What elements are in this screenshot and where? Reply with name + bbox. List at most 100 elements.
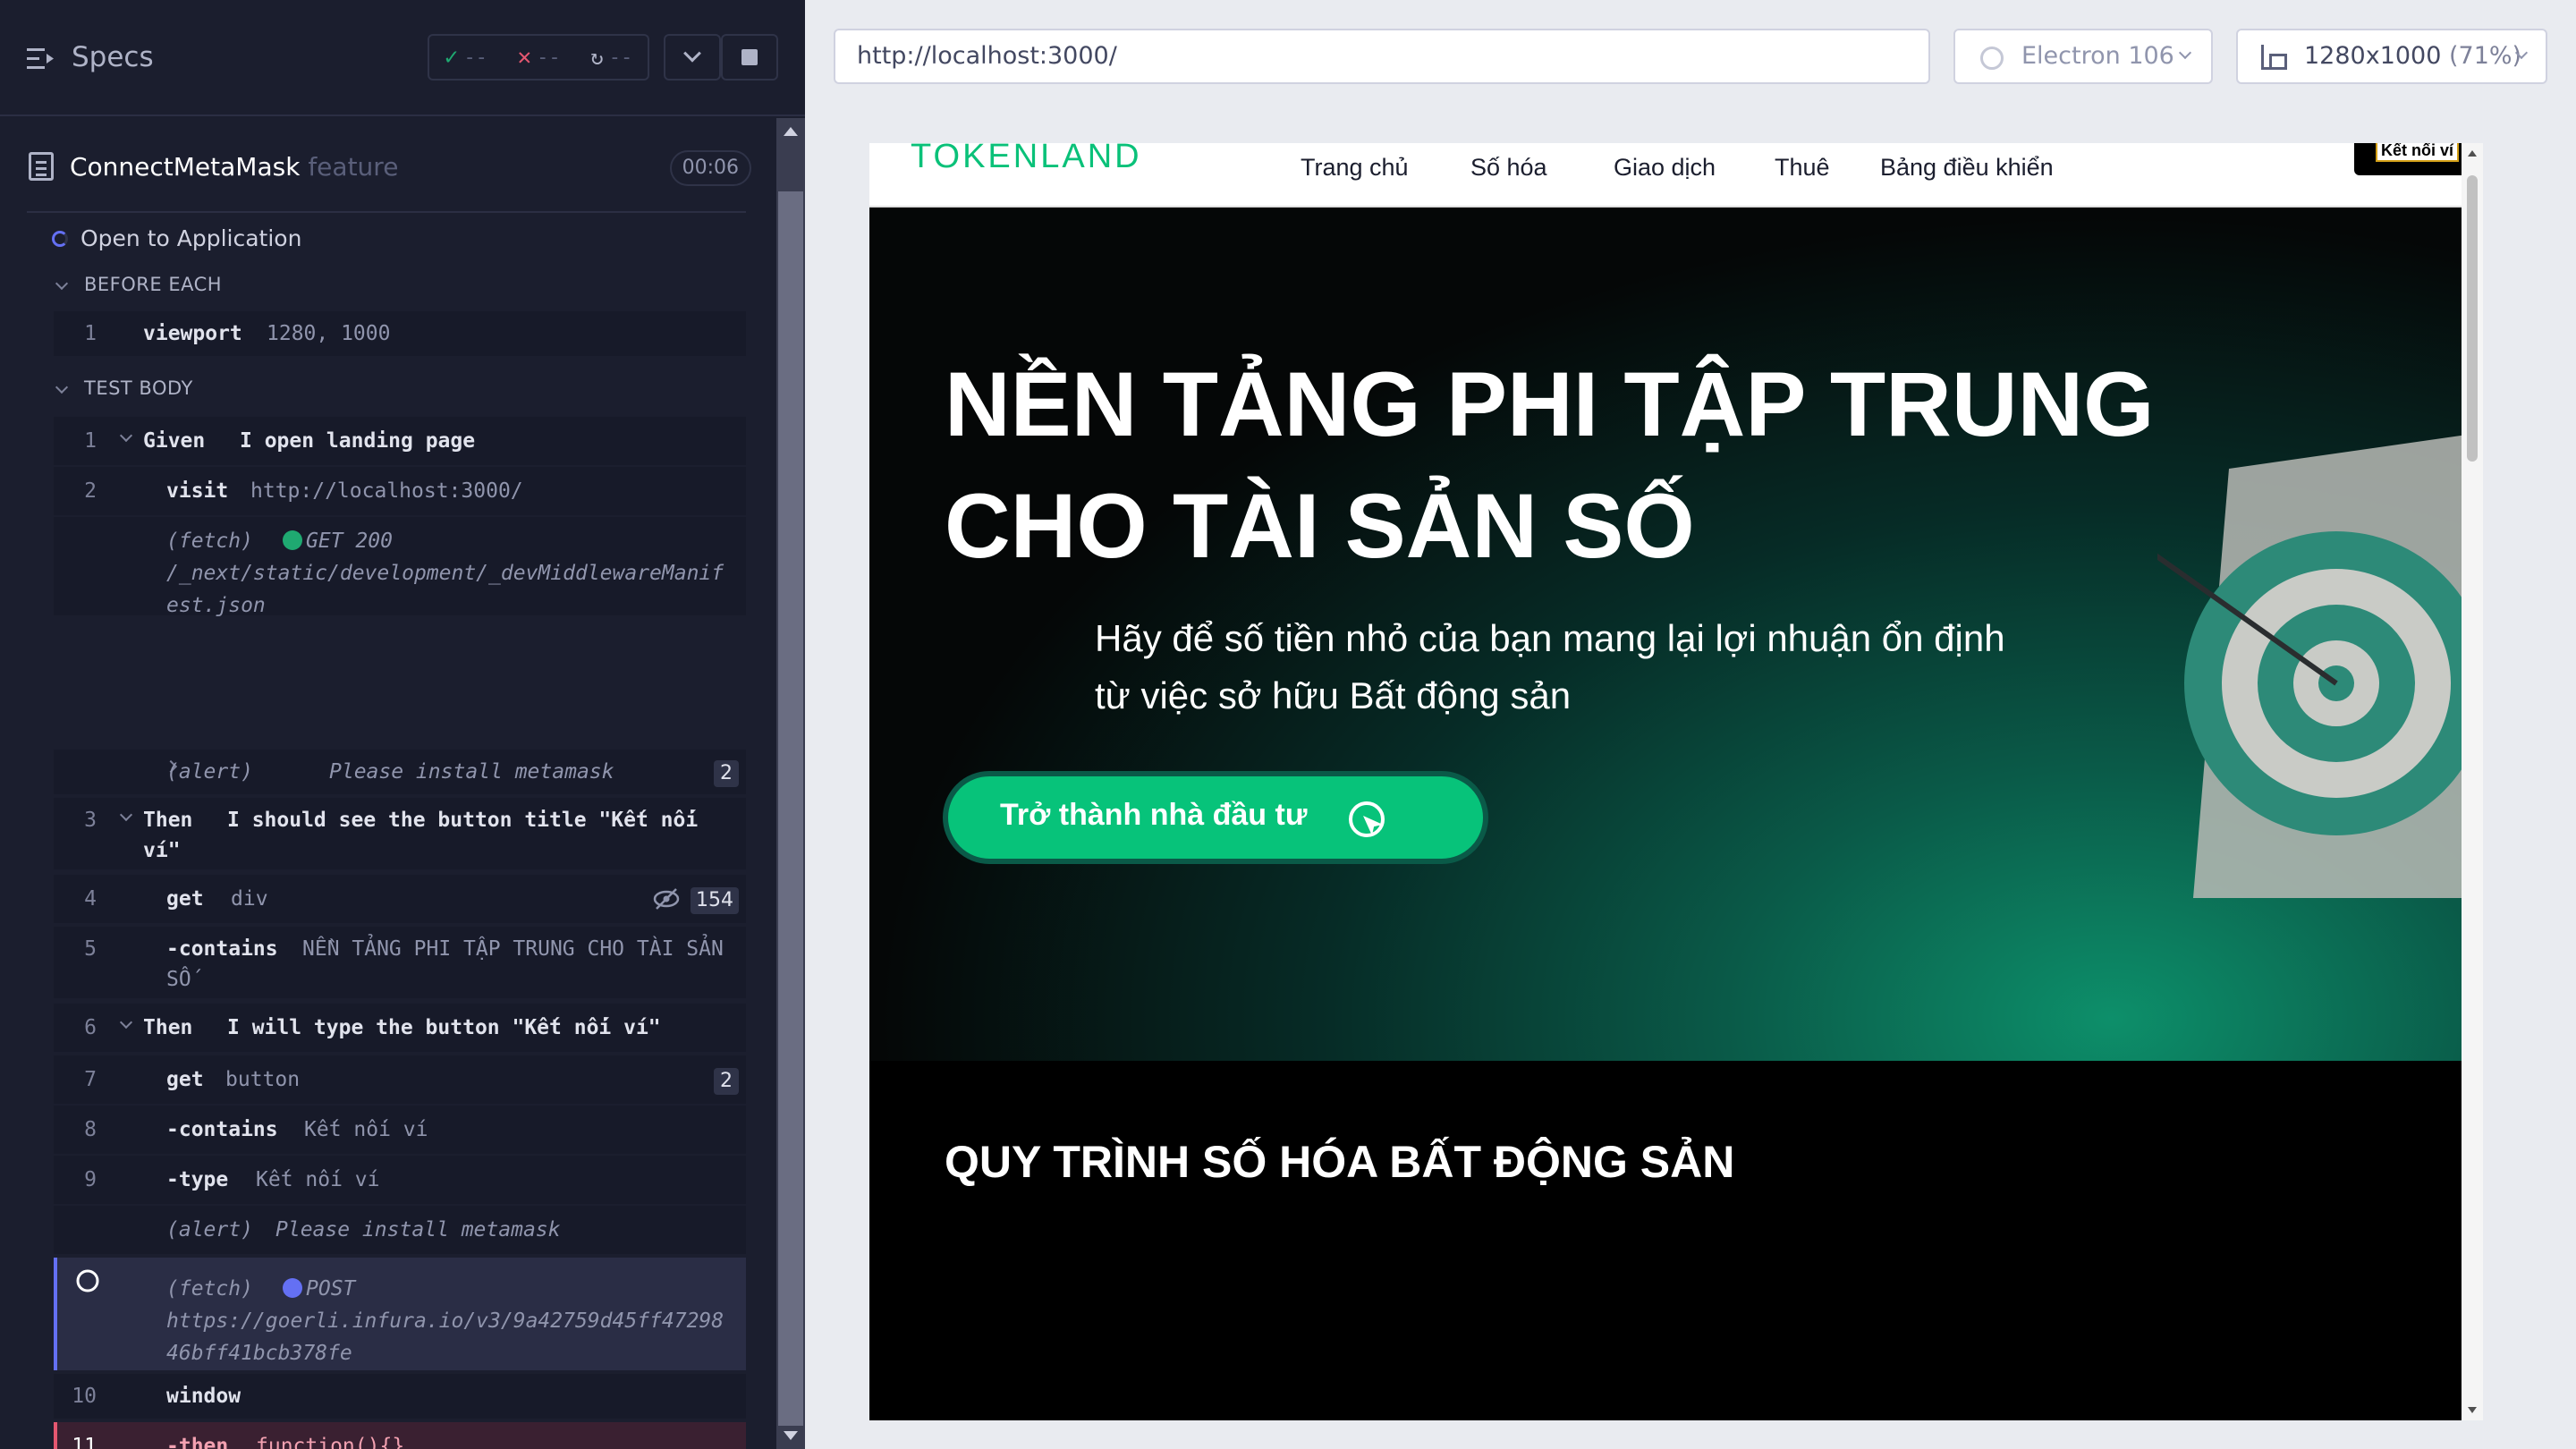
command-row[interactable]: 8 -contains Kết nối ví (54, 1106, 746, 1154)
command-message: div (231, 887, 268, 911)
chevron-down-icon (55, 276, 69, 291)
command-row[interactable]: 1 viewport 1280, 1000 (54, 311, 746, 356)
command-message: Please install metamask (275, 1218, 561, 1241)
expand-toggle-button[interactable] (664, 34, 721, 80)
scrollbar-thumb[interactable] (2467, 175, 2478, 462)
command-row[interactable]: (fetch) GET 200 /_next/static/developmen… (54, 517, 746, 617)
hero-subtitle-line: Hãy để số tiền nhỏ của bạn mang lại lợi … (1095, 617, 2005, 659)
command-number: 1 (84, 322, 97, 345)
nav-link-digitize[interactable]: Số hóa (1470, 154, 1547, 182)
scrollbar-thumb[interactable] (778, 191, 803, 1426)
ruler-icon (2261, 45, 2287, 70)
command-log: ConnectMetaMask feature 00:06 Open to Ap… (0, 118, 776, 1449)
section-label: TEST BODY (84, 377, 193, 399)
command-message: Please install metamask (329, 760, 614, 784)
section-heading: QUY TRÌNH SỐ HÓA BẤT ĐỘNG SẢN (945, 1137, 1735, 1187)
stop-button[interactable] (721, 34, 778, 80)
tokenland-logo[interactable]: TOKENLAND (911, 143, 1142, 176)
command-row-active[interactable]: (fetch) POST https://goerli.infura.io/v3… (54, 1258, 746, 1370)
viewport-selector[interactable]: 1280x1000 (71%) (2236, 29, 2547, 84)
command-row[interactable]: 5 -contains NỀN TẢNG PHI TẬP TRUNG CHO T… (54, 927, 746, 998)
pending-count: -- (608, 46, 633, 69)
command-message: I open landing page (240, 429, 476, 453)
command-row[interactable]: 3 Then I should see the button title "Kế… (54, 798, 746, 869)
command-row[interactable]: 7 get button 2 (54, 1055, 746, 1104)
hero-title-line: CHO TÀI SẢN SỐ (945, 475, 1695, 577)
command-number: 10 (72, 1385, 97, 1408)
command-row-failed[interactable]: 11 -then function(){} (54, 1422, 746, 1449)
specs-label[interactable]: Specs (72, 41, 154, 73)
scroll-down-icon[interactable] (2468, 1407, 2477, 1413)
request-method: POST (283, 1277, 355, 1301)
target-illustration (2157, 435, 2462, 898)
runner-panel: Specs ✓ -- ✕ -- ↻ -- ConnectMetaMask featur… (0, 0, 805, 1449)
command-name: (fetch) (166, 530, 253, 553)
command-row[interactable]: 9 -type Kết nối ví (54, 1156, 746, 1204)
command-number: 8 (84, 1118, 97, 1141)
command-message: Kết nối ví (256, 1168, 380, 1191)
specs-bar: Specs ✓ -- ✕ -- ↻ -- (0, 0, 805, 116)
section-label: BEFORE EACH (84, 274, 223, 295)
scroll-up-icon[interactable] (2468, 150, 2477, 157)
count-badge: 2 (714, 760, 739, 787)
app-scrollbar[interactable] (2462, 143, 2483, 1420)
command-row[interactable]: (alert) Please install metamask (54, 1206, 746, 1254)
chevron-down-icon (2178, 46, 2192, 60)
command-message: button (225, 1068, 301, 1091)
nav-link-trade[interactable]: Giao dịch (1614, 154, 1716, 182)
electron-icon (1980, 47, 2004, 70)
browser-selector[interactable]: Electron 106 (1953, 29, 2213, 84)
x-icon: ✕ (517, 44, 532, 71)
command-message: 46bff41bcb378fe (166, 1342, 352, 1365)
chevron-down-icon (119, 808, 133, 822)
command-name: -then (166, 1435, 229, 1449)
spec-duration: 00:06 (669, 150, 751, 186)
command-row[interactable]: 6 Then I will type the button "Kết nối v… (54, 1004, 746, 1052)
spec-file-name: ConnectMetaMask (70, 152, 301, 182)
scroll-up-icon[interactable] (784, 127, 798, 136)
check-icon: ✓ (444, 44, 459, 71)
request-status: POST (306, 1277, 356, 1301)
command-row[interactable]: 2 visit http://localhost:3000/ (54, 467, 746, 515)
hero-subtitle: Hãy để số tiền nhỏ của bạn mang lại lợi … (1095, 610, 2005, 724)
command-row[interactable]: 10 window (54, 1374, 746, 1419)
command-row[interactable]: 1 Given I open landing page (54, 417, 746, 465)
failed-count: -- (537, 46, 561, 69)
command-row[interactable]: (alert) Please install metamask 2 (54, 750, 746, 794)
command-row[interactable]: 4 get div 154 (54, 875, 746, 923)
hero-subtitle-line: từ việc sở hữu Bất động sản (1095, 674, 1572, 716)
nav-link-dashboard[interactable]: Bảng điều khiển (1880, 154, 2054, 182)
connect-wallet-label: Kết nối ví (2376, 143, 2460, 162)
become-investor-button[interactable]: Trở thành nhà đầu tư (943, 771, 1488, 864)
command-log-scrollbar[interactable] (776, 118, 805, 1449)
url-bar[interactable]: http://localhost:3000/ (834, 29, 1930, 84)
spec-header: ConnectMetaMask feature 00:06 (27, 143, 751, 193)
spinner-icon: ↻ (590, 45, 604, 70)
connect-wallet-button[interactable]: Kết nối ví (2354, 143, 2462, 175)
count-badge: 154 (691, 887, 739, 914)
hero-title-line: NỀN TẢNG PHI TẬP TRUNG (945, 353, 2155, 455)
command-number: 3 (84, 809, 97, 832)
nav-link-rent[interactable]: Thuê (1775, 154, 1830, 182)
hero-section: NỀN TẢNG PHI TẬP TRUNG CHO TÀI SẢN SỐ Hã… (869, 209, 2462, 1061)
command-name: Then (143, 1016, 193, 1039)
app-iframe: TOKENLAND Trang chủ Số hóa Giao dịch Thu… (869, 143, 2462, 1420)
chevron-down-icon (119, 428, 133, 443)
specs-list-icon[interactable] (27, 45, 57, 73)
command-message: SỐ (166, 968, 191, 991)
command-name: viewport (143, 322, 242, 345)
scroll-down-icon[interactable] (784, 1431, 798, 1440)
divider (27, 211, 746, 213)
nav-link-home[interactable]: Trang chủ (1301, 154, 1409, 182)
file-icon (29, 152, 54, 181)
command-name: (fetch) (166, 1277, 253, 1301)
command-message: I will type the button "Kết nối ví" (227, 1016, 661, 1039)
chevron-down-icon (55, 380, 69, 394)
command-number: 9 (84, 1168, 97, 1191)
failed-stat: ✕ -- (518, 44, 561, 71)
spec-name[interactable]: ConnectMetaMask feature (70, 152, 398, 182)
passed-stat: ✓ -- (445, 44, 487, 71)
viewport-label: 1280x1000 (71%) (2304, 30, 2521, 82)
command-number: 5 (84, 937, 97, 961)
command-name: window (166, 1385, 242, 1408)
